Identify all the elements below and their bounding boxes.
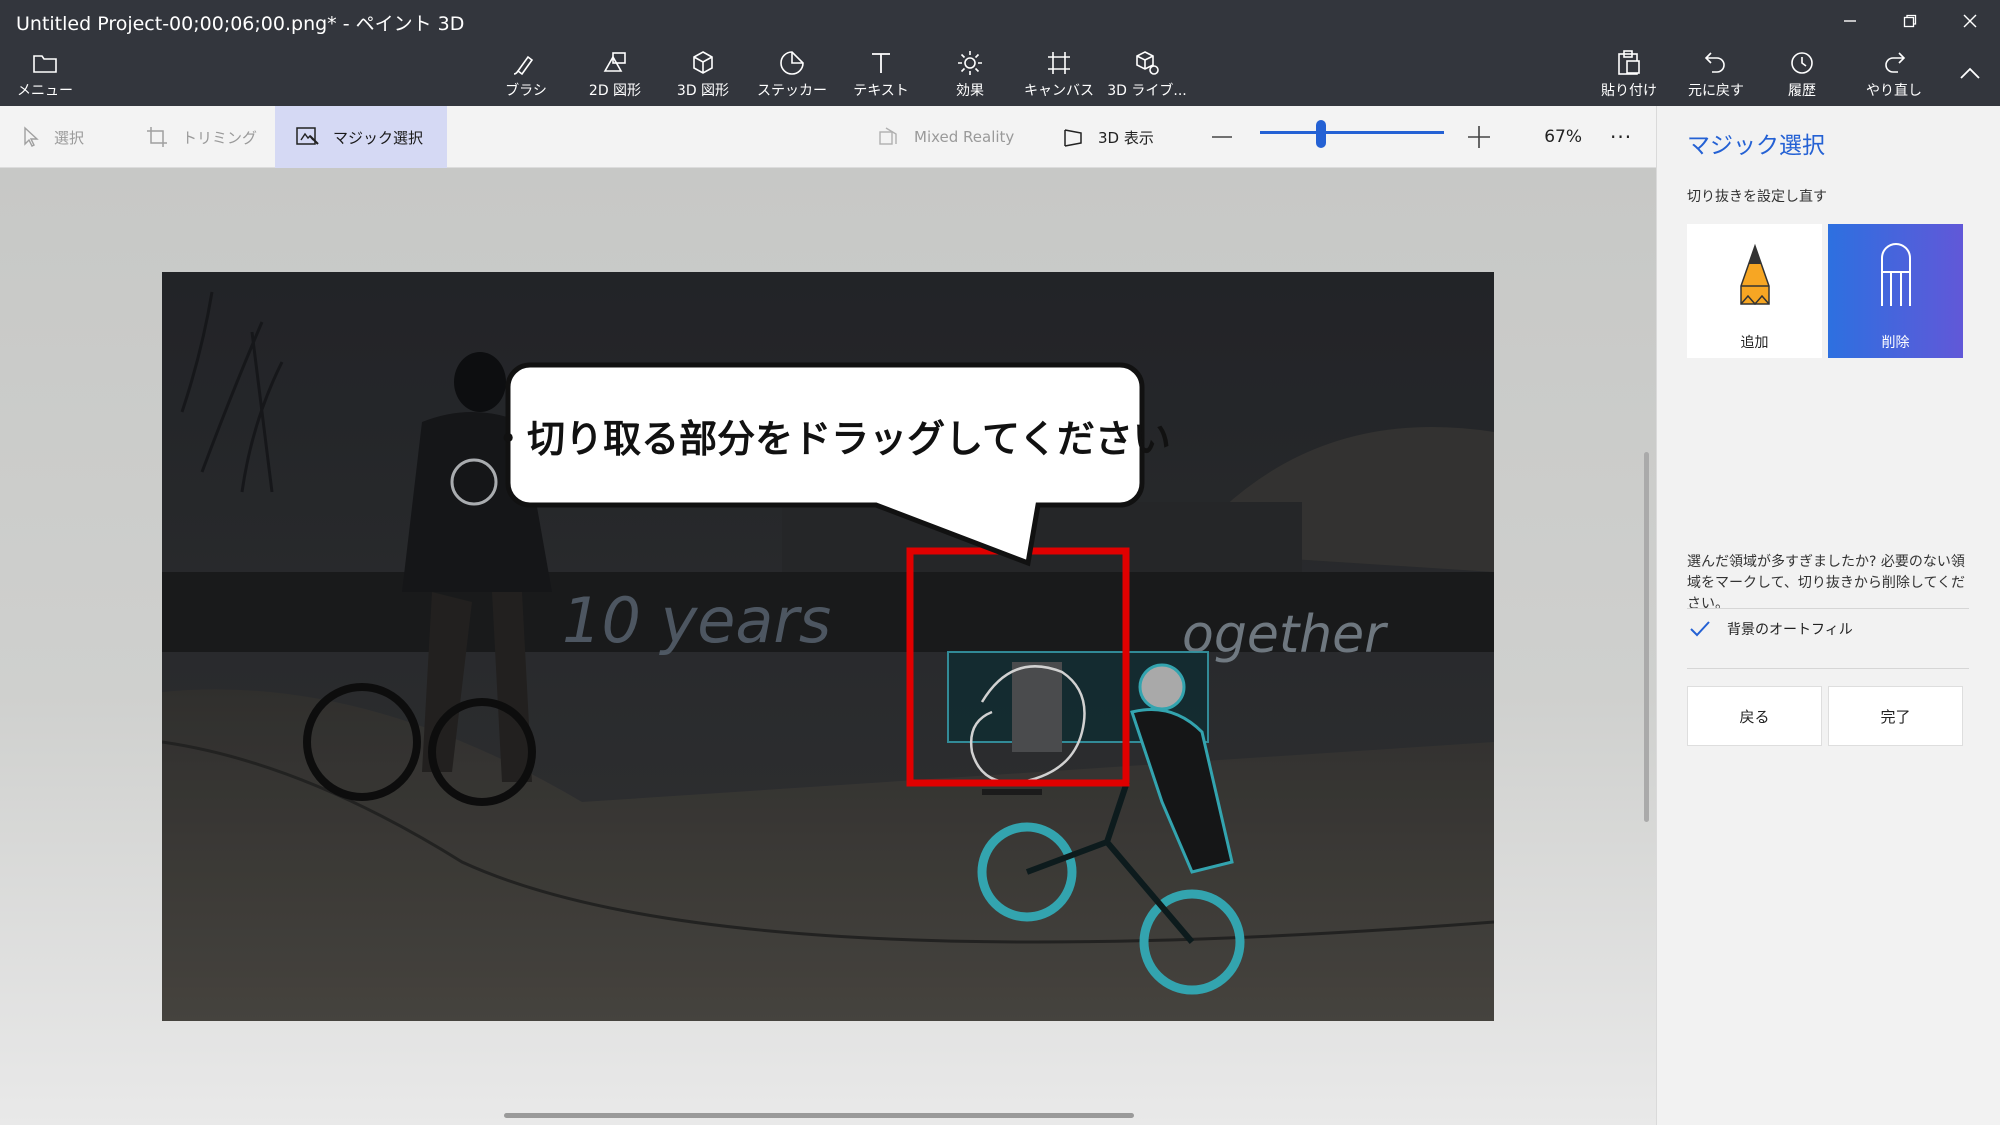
panel-title: マジック選択 (1687, 133, 1825, 159)
add-label: 追加 (1740, 335, 1769, 351)
highlight-box (906, 547, 1130, 787)
background-autofill-checkbox[interactable]: 背景のオートフィル (1687, 616, 1853, 642)
autofill-label: 背景のオートフィル (1727, 622, 1853, 638)
remove-label: 削除 (1881, 335, 1910, 351)
eraser-icon (1878, 240, 1914, 310)
add-button[interactable]: 追加 (1687, 224, 1822, 358)
panel-subtitle: 切り抜きを設定し直す (1687, 189, 1827, 205)
back-button[interactable]: 戻る (1687, 686, 1822, 746)
horizontal-scrollbar[interactable] (504, 1113, 1134, 1118)
callout-text: ・切り取る部分をドラッグしてください (489, 416, 1171, 461)
done-button[interactable]: 完了 (1828, 686, 1963, 746)
divider (1687, 608, 1969, 609)
divider (1687, 668, 1969, 669)
checkmark-icon (1687, 616, 1713, 642)
pencil-icon (1735, 240, 1775, 310)
help-text: 選んだ領域が多すぎましたか? 必要のない領域をマークして、切り抜きから削除してく… (1687, 554, 1966, 612)
remove-button[interactable]: 削除 (1828, 224, 1963, 358)
magic-select-panel: マジック選択 切り抜きを設定し直す 追加 削除 選んだ領域が多すぎましたか? 必… (1656, 106, 2000, 1125)
vertical-scrollbar[interactable] (1644, 452, 1649, 822)
